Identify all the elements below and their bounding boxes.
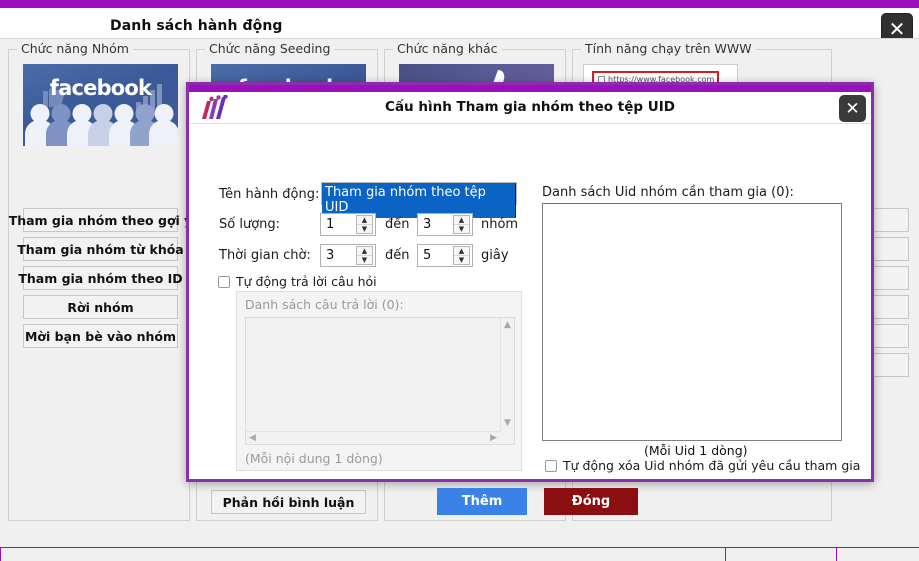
answer-list-label: Danh sách câu trả lời (0): <box>245 297 404 312</box>
button-join-group-id[interactable]: Tham gia nhóm theo ID <box>23 266 178 290</box>
auto-remove-uid-checkbox-row[interactable]: Tự động xóa Uid nhóm đã gửi yêu cầu tham… <box>545 458 860 473</box>
status-segment <box>0 548 919 561</box>
wait-to-stepper[interactable]: 5 ▲▼ <box>417 244 473 267</box>
www-button-3[interactable] <box>869 266 909 290</box>
window-accent-bar <box>0 0 919 8</box>
label-quantity-between: đến <box>385 217 410 232</box>
group-panel-nhom: Chức năng Nhóm facebook <box>8 49 190 521</box>
button-label: Rời nhóm <box>67 300 133 315</box>
window-titlebar: Danh sách hành động ✕ <box>0 8 919 38</box>
group-title-khac: Chức năng khác <box>393 41 502 56</box>
wait-to-value: 5 <box>423 248 431 263</box>
uid-list-textarea[interactable] <box>542 203 842 441</box>
button-label: Tham gia nhóm theo ID <box>18 271 182 286</box>
dialog-body: Tên hành động: Tham gia nhóm theo tệp UI… <box>189 125 871 479</box>
stepper-arrows[interactable]: ▲▼ <box>453 246 470 265</box>
page-title: Danh sách hành động <box>110 18 283 34</box>
dialog-header: Cấu hình Tham gia nhóm theo tệp UID ✕ <box>189 92 871 124</box>
wait-from-value: 3 <box>326 248 334 263</box>
close-button-label: Đóng <box>572 494 610 509</box>
auto-remove-uid-checkbox[interactable] <box>545 460 557 472</box>
stepper-arrows[interactable]: ▲▼ <box>453 215 470 234</box>
button-label: Mời bạn bè vào nhóm <box>25 329 176 344</box>
auto-answer-label: Tự động trả lời câu hỏi <box>236 274 377 289</box>
auto-answer-checkbox-row[interactable]: Tự động trả lời câu hỏi <box>218 274 377 289</box>
label-wait-between: đến <box>385 248 410 263</box>
button-join-group-keyword[interactable]: Tham gia nhóm từ khóa <box>23 237 178 261</box>
add-button-label: Thêm <box>462 494 503 509</box>
button-invite-friends-group[interactable]: Mời bạn bè vào nhóm <box>23 324 178 348</box>
www-button-5[interactable] <box>869 324 909 348</box>
add-button[interactable]: Thêm <box>437 488 527 515</box>
group-title-nhom: Chức năng Nhóm <box>17 41 133 56</box>
dialog-title: Cấu hình Tham gia nhóm theo tệp UID <box>189 99 871 115</box>
facebook-wordmark: facebook <box>50 76 151 100</box>
action-name-input[interactable]: Tham gia nhóm theo tệp UID <box>321 182 517 205</box>
screen: Danh sách hành động ✕ Chức năng Nhóm fac… <box>0 0 919 561</box>
label-quantity-unit: nhóm <box>481 217 518 232</box>
wait-from-stepper[interactable]: 3 ▲▼ <box>320 244 376 267</box>
button-leave-group[interactable]: Rời nhóm <box>23 295 178 319</box>
group-title-seeding: Chức năng Seeding <box>205 41 334 56</box>
label-wait-time: Thời gian chờ: <box>219 248 311 263</box>
status-bar <box>0 547 919 561</box>
facebook-banner-image: facebook <box>23 64 178 146</box>
button-label: Tham gia nhóm theo gợi ý <box>9 213 193 228</box>
scroll-up-icon[interactable]: ▲ <box>504 321 511 330</box>
answer-list-textarea[interactable]: ▲ ▼ ◀ ▶ <box>245 317 515 445</box>
answer-list-hint: (Mỗi nội dung 1 dòng) <box>245 451 383 466</box>
stepper-arrows[interactable]: ▲▼ <box>356 246 373 265</box>
quantity-from-stepper[interactable]: 1 ▲▼ <box>320 213 376 236</box>
www-button-6[interactable] <box>869 353 909 377</box>
dialog-accent-bar <box>189 85 871 92</box>
button-label: Phản hồi bình luận <box>223 495 355 510</box>
group-title-www: Tính năng chạy trên WWW <box>581 41 756 56</box>
www-button-1[interactable] <box>869 208 909 232</box>
quantity-from-value: 1 <box>326 217 334 232</box>
scroll-right-icon[interactable]: ▶ <box>490 434 497 443</box>
label-quantity: Số lượng: <box>219 217 280 232</box>
quantity-to-value: 3 <box>423 217 431 232</box>
button-label: Tham gia nhóm từ khóa <box>17 242 183 257</box>
config-dialog: Cấu hình Tham gia nhóm theo tệp UID ✕ Tê… <box>186 82 874 482</box>
www-button-2[interactable] <box>869 237 909 261</box>
stepper-arrows[interactable]: ▲▼ <box>356 215 373 234</box>
auto-remove-uid-label: Tự động xóa Uid nhóm đã gửi yêu cầu tham… <box>563 458 860 473</box>
button-join-group-suggested[interactable]: Tham gia nhóm theo gợi ý <box>23 208 178 232</box>
button-comment-reply[interactable]: Phản hồi bình luận <box>211 490 366 514</box>
answer-vertical-scrollbar[interactable]: ▲ ▼ <box>500 318 514 431</box>
scroll-left-icon[interactable]: ◀ <box>249 434 256 443</box>
status-divider-2 <box>836 548 837 561</box>
scroll-down-icon[interactable]: ▼ <box>504 419 511 428</box>
auto-answer-checkbox[interactable] <box>218 276 230 288</box>
people-silhouettes <box>23 103 178 146</box>
uid-list-label: Danh sách Uid nhóm cần tham gia (0): <box>542 185 794 200</box>
quantity-to-stepper[interactable]: 3 ▲▼ <box>417 213 473 236</box>
answer-horizontal-scrollbar[interactable]: ◀ ▶ <box>246 431 500 444</box>
close-icon[interactable]: ✕ <box>839 95 866 122</box>
status-divider-1 <box>725 548 726 561</box>
label-action-name: Tên hành động: <box>219 187 319 202</box>
answer-list-panel: Danh sách câu trả lời (0): ▲ ▼ ◀ ▶ (Mỗi … <box>236 291 522 471</box>
close-button[interactable]: Đóng <box>544 488 638 515</box>
label-wait-unit: giây <box>481 248 509 263</box>
www-button-4[interactable] <box>869 295 909 319</box>
uid-list-hint: (Mỗi Uid 1 dòng) <box>644 443 748 458</box>
